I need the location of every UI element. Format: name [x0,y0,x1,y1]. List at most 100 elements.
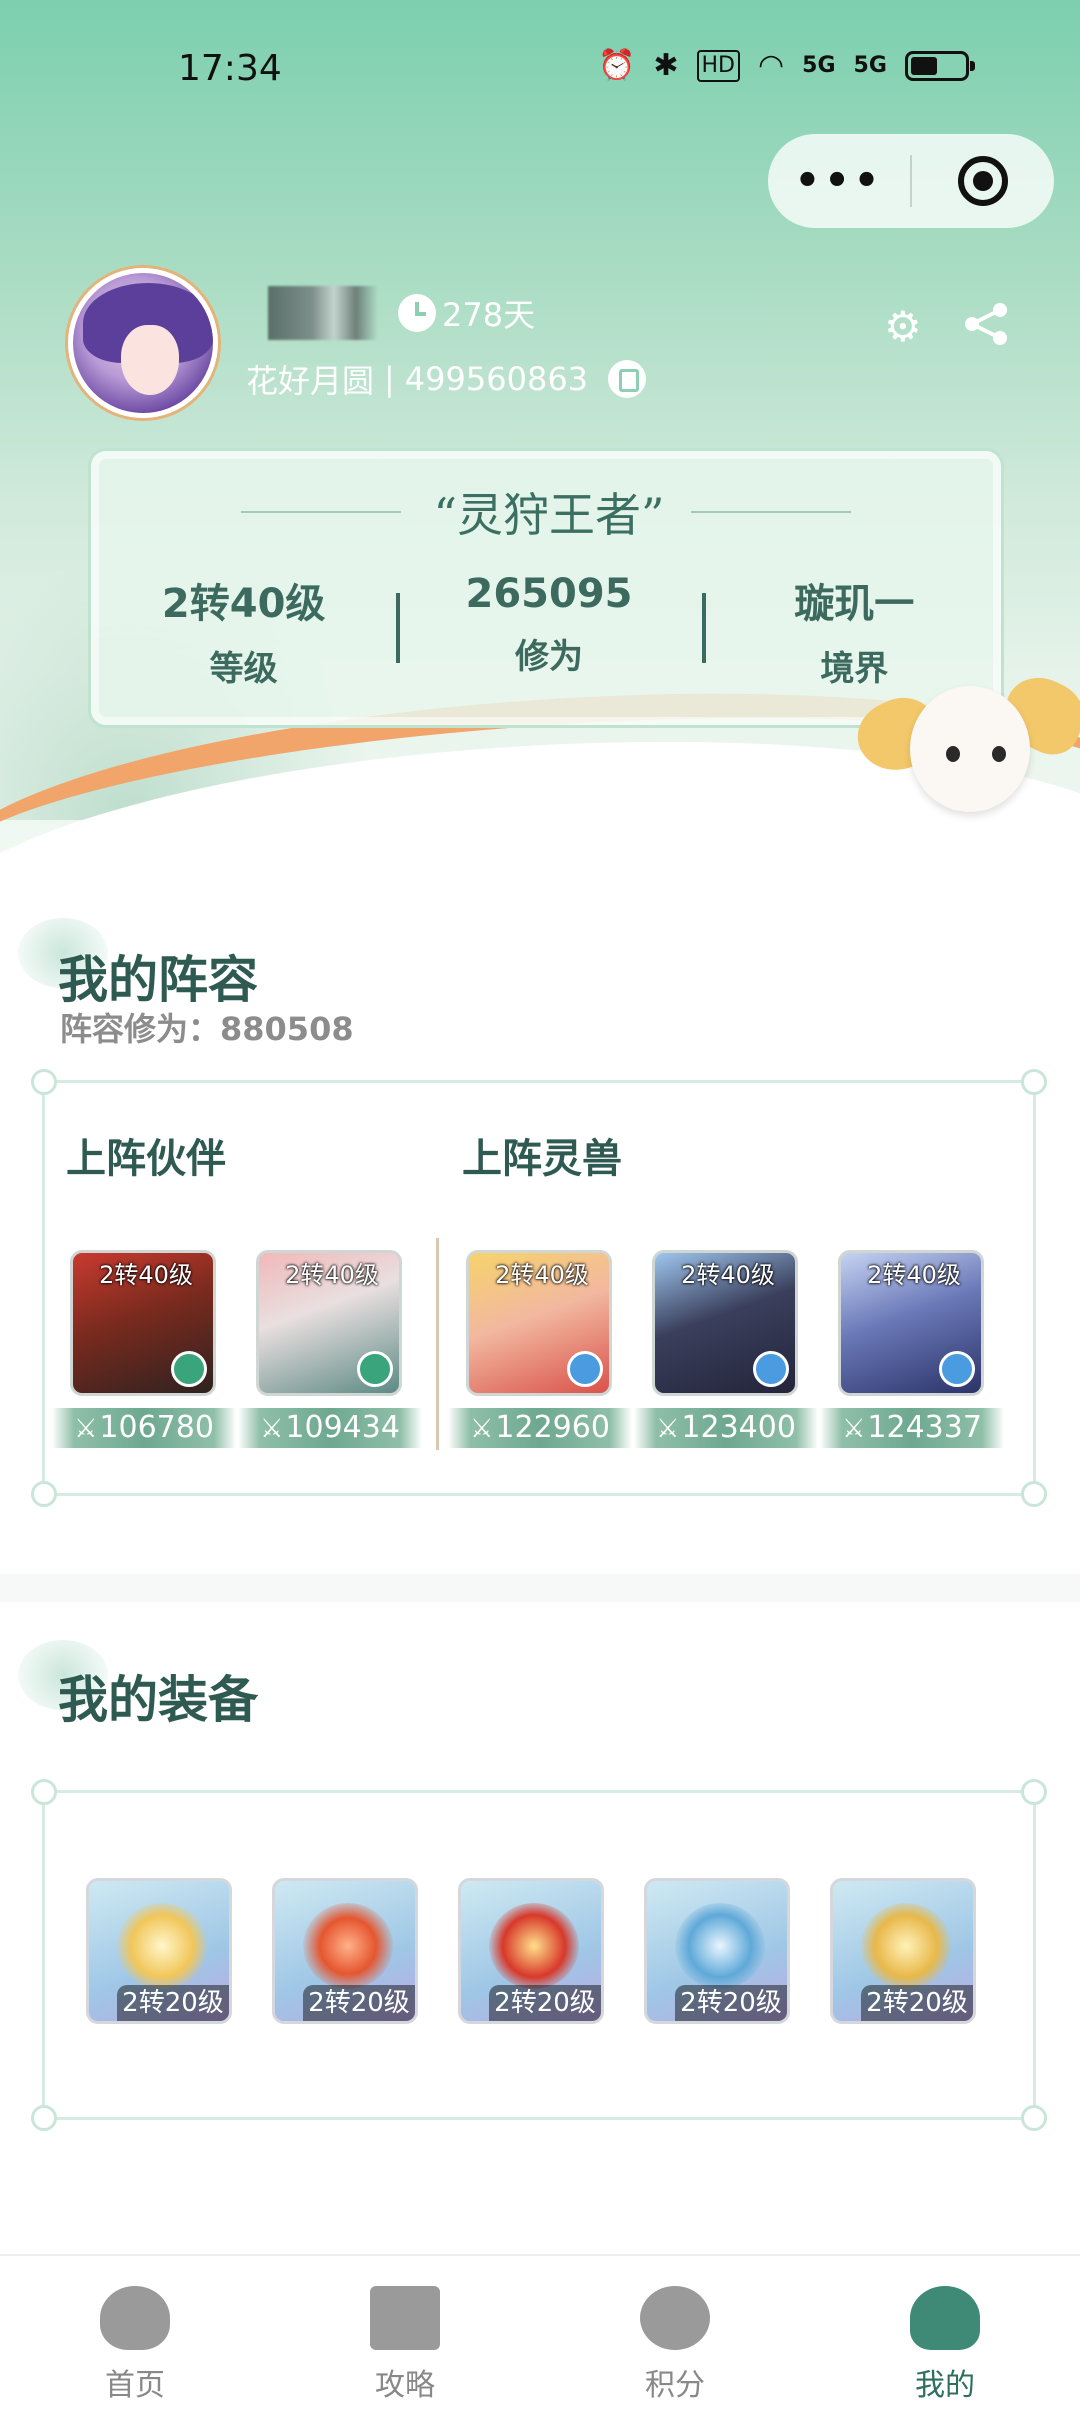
mascot-eye [946,746,960,762]
stat-value: 2转40级 [161,581,326,627]
beast-card[interactable]: 2转40级 ⚔123400 [634,1250,818,1448]
partner-badge-icon [171,1351,207,1387]
player-title: “灵狩王者” [433,488,665,542]
copy-icon[interactable] [608,360,647,398]
nickname-redacted [268,286,378,340]
sword-icon: ⚔ [74,1414,98,1444]
equipment-item[interactable]: 2转20级 [644,1878,790,2024]
tab-guide[interactable]: 攻略 [270,2256,540,2412]
close-button[interactable] [912,156,1054,206]
stat-value: 265095 [465,571,633,617]
target-icon [958,156,1008,206]
avatar[interactable] [68,268,218,418]
bluetooth-icon: ✱ [653,48,679,83]
beast-badge-icon [753,1351,789,1387]
mascot-body [910,686,1030,812]
tab-label: 我的 [915,2368,975,2403]
status-icons: ⏰ ✱ HD ◠ 5G 5G [598,46,975,86]
stat-level: 2转40级 等级 [91,571,396,690]
clock-icon [398,294,436,332]
partners-label: 上阵伙伴 [66,1136,226,1182]
card-level: 2转40级 [867,1261,961,1289]
equipment-level: 2转20级 [675,1985,787,2021]
days-badge: 278天 [398,290,535,336]
card-level: 2转40级 [285,1261,379,1289]
power-value: ⚔123400 [634,1408,818,1448]
equipment-level: 2转20级 [861,1985,973,2021]
equipment-item[interactable]: 2转20级 [272,1878,418,2024]
tab-label: 攻略 [375,2368,435,2403]
card-level: 2转40级 [99,1261,193,1289]
wifi-icon: ◠ [757,48,785,83]
user-info-line: 花好月圆 | 499560863 [246,356,647,402]
stat-label: 等级 [209,649,278,689]
bottom-tab-bar: 首页 攻略 积分 我的 [0,2254,1080,2412]
equipment-level: 2转20级 [117,1985,229,2021]
power-value: ⚔106780 [52,1408,236,1448]
gear-icon[interactable]: ⚙ [884,302,922,351]
section-separator [0,1574,1080,1602]
beast-card[interactable]: 2转40级 ⚔124337 [820,1250,1004,1448]
power-value: ⚔122960 [448,1408,632,1448]
stat-value: 璇玑一 [794,581,915,627]
lineup-title: 我的阵容 [58,950,258,1009]
partner-portrait: 2转40级 [256,1250,402,1396]
beast-portrait: 2转40级 [466,1250,612,1396]
tab-home[interactable]: 首页 [0,2256,270,2412]
equipment-item[interactable]: 2转20级 [830,1878,976,2024]
ring-icon [117,1903,207,1989]
battery-icon [904,51,975,81]
stat-label: 修为 [514,637,583,677]
sword-icon: ⚔ [842,1414,866,1444]
sword-icon: ⚔ [470,1414,494,1444]
partner-card[interactable]: 2转40级 ⚔109434 [238,1250,422,1448]
beast-badge-icon [567,1351,603,1387]
equipment-level: 2转20级 [303,1985,415,2021]
signal-icon: 5G [853,53,887,78]
power-value: ⚔109434 [238,1408,422,1448]
share-icon[interactable] [962,302,1012,346]
ring-icon [861,1903,951,1989]
more-button[interactable]: ••• [768,158,910,204]
stat-cultivation: 265095 修为 [396,571,701,690]
mine-icon [910,2286,980,2350]
partner-portrait: 2转40级 [70,1250,216,1396]
separator: | [384,360,395,398]
tab-points[interactable]: 积分 [540,2256,810,2412]
alarm-icon: ⏰ [598,48,636,83]
boots-icon [675,1903,765,1989]
days-count: 278天 [442,296,536,334]
avatar-face [121,325,179,395]
mascot-image [846,650,1080,850]
power-value: ⚔124337 [820,1408,1004,1448]
user-id: 499560863 [404,360,589,398]
beast-card[interactable]: 2转40级 ⚔122960 [448,1250,632,1448]
tab-mine[interactable]: 我的 [810,2256,1080,2412]
status-bar: 17:34 ⏰ ✱ HD ◠ 5G 5G [0,0,1080,140]
sword-icon: ⚔ [260,1414,284,1444]
tab-label: 首页 [105,2368,165,2403]
partner-badge-icon [357,1351,393,1387]
tab-label: 积分 [645,2368,705,2403]
armor-icon [489,1903,579,1989]
points-icon [640,2286,710,2350]
status-time: 17:34 [178,48,282,89]
miniprogram-capsule: ••• [768,134,1054,228]
partner-card[interactable]: 2转40级 ⚔106780 [52,1250,236,1448]
beast-badge-icon [939,1351,975,1387]
guide-icon [370,2286,440,2350]
equipment-item[interactable]: 2转20级 [86,1878,232,2024]
equipment-title: 我的装备 [58,1670,258,1729]
lineup-power: 阵容修为：880508 [60,1010,354,1048]
signal-icon: 5G [802,53,836,78]
hd-icon: HD [696,50,740,82]
sword-icon: ⚔ [656,1414,680,1444]
equipment-level: 2转20级 [489,1985,601,2021]
beast-portrait: 2转40级 [838,1250,984,1396]
amulet-icon [303,1903,393,1989]
card-level: 2转40级 [495,1261,589,1289]
team-divider [436,1238,439,1450]
equipment-item[interactable]: 2转20级 [458,1878,604,2024]
home-icon [100,2286,170,2350]
server-name: 花好月圆 [246,362,375,400]
